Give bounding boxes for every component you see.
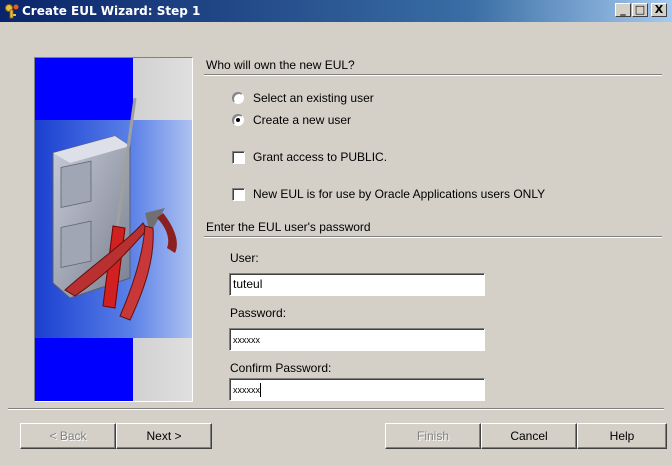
separator [204,237,662,238]
dialog-client: Who will own the new EUL? Select an exis… [0,22,672,466]
maximize-button[interactable]: □ [632,3,648,17]
cancel-button[interactable]: Cancel [481,423,577,449]
close-button[interactable]: X [651,3,667,17]
user-input[interactable]: tuteul [229,273,485,296]
radio-existing-user-label[interactable]: Select an existing user [253,91,374,105]
title-bar: Create EUL Wizard: Step 1 _ □ X [0,0,672,22]
password-input-value: xxxxxx [233,335,260,345]
confirm-password-input-value: xxxxxx [233,385,260,395]
confirm-password-input[interactable]: xxxxxx [229,378,485,401]
back-button[interactable]: < Back [20,423,116,449]
help-button[interactable]: Help [577,423,667,449]
radio-new-user-label[interactable]: Create a new user [253,113,351,127]
next-button[interactable]: Next > [116,423,212,449]
grant-public-label[interactable]: Grant access to PUBLIC. [253,150,387,164]
password-input[interactable]: xxxxxx [229,328,485,351]
finish-button[interactable]: Finish [385,423,481,449]
radio-new-user[interactable] [232,114,244,126]
confirm-password-label: Confirm Password: [230,361,332,375]
user-input-value: tuteul [233,277,263,291]
password-section-heading: Enter the EUL user's password [206,220,371,234]
grant-public-checkbox[interactable] [232,151,245,164]
maximize-icon: □ [634,3,646,16]
wizard-key-icon [5,4,19,19]
user-label: User: [230,251,259,265]
oracle-apps-checkbox[interactable] [232,188,245,201]
close-icon: X [654,3,664,16]
oracle-apps-label[interactable]: New EUL is for use by Oracle Application… [253,187,545,201]
radio-existing-user[interactable] [232,92,244,104]
ownership-question: Who will own the new EUL? [206,58,355,72]
text-caret [260,382,261,397]
minimize-icon: _ [620,3,626,16]
password-label: Password: [230,306,287,320]
window-title: Create EUL Wizard: Step 1 [22,4,201,18]
separator [204,75,662,76]
minimize-button[interactable]: _ [615,3,631,17]
button-bar-separator [8,409,664,410]
wizard-illustration [34,57,193,402]
